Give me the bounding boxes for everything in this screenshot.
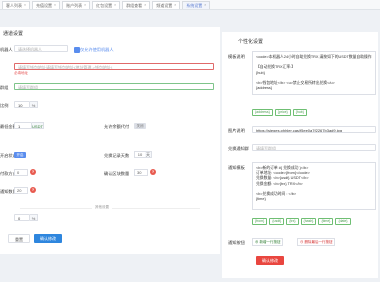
tab-label: 系统设置 bbox=[186, 2, 203, 8]
group-link-input[interactable]: 请填写群组 bbox=[252, 144, 376, 151]
divider-label: 其他设置 bbox=[92, 205, 112, 210]
confirm-label: 确认区块数量 bbox=[104, 171, 130, 176]
type-select[interactable]: 0 bbox=[14, 169, 28, 176]
tab-accounts[interactable]: 账户列表 × bbox=[62, 0, 91, 9]
address-input[interactable]: 请填写钱包地址请填写钱包地址(地址管理->钱包地址) bbox=[14, 63, 214, 70]
tab-system-settings[interactable]: 系统设置 × bbox=[182, 0, 211, 9]
submit-button[interactable]: 确认修改 bbox=[256, 256, 284, 265]
enable-toggle[interactable]: 开启 bbox=[14, 152, 26, 158]
tab-customer-list[interactable]: 客人列表 × bbox=[2, 0, 31, 9]
tpl-label: 模板说明 bbox=[228, 54, 245, 59]
tag[interactable]: {usdt} bbox=[269, 218, 285, 225]
panel-title: 通道设置 bbox=[3, 31, 24, 37]
tag[interactable]: {price} bbox=[274, 109, 291, 116]
order-value: 10 bbox=[137, 152, 143, 157]
group-label: 群组 bbox=[0, 85, 9, 90]
tab-label: 充值设置 bbox=[36, 2, 53, 8]
group-link-label: 兑换通知群 bbox=[228, 146, 249, 151]
close-icon[interactable]: × bbox=[204, 2, 206, 9]
group-input[interactable]: 请填写群组 bbox=[14, 83, 214, 90]
tab-redpacket[interactable]: 红包设置 × bbox=[92, 0, 121, 9]
tpl-line: {address} bbox=[256, 86, 273, 91]
notify-tpl-label: 通知模板 bbox=[228, 165, 245, 170]
confirm-select[interactable]: 30 bbox=[134, 169, 148, 176]
tab-label: 红包设置 bbox=[96, 2, 113, 8]
channel-settings-panel: 通道设置 机器人 请选择机器人 仅允许使用机器人 请填写钱包地址请填写钱包地址(… bbox=[0, 27, 220, 254]
close-icon[interactable]: × bbox=[54, 2, 56, 9]
tag[interactable]: {date} bbox=[335, 218, 351, 225]
rate-unit: % bbox=[30, 101, 38, 108]
order-unit: 天 bbox=[145, 152, 151, 157]
add-row-button[interactable]: ⊕ 新增一行按钮 bbox=[252, 238, 284, 246]
tag[interactable]: {trx} bbox=[286, 218, 299, 225]
tab-bar: 客人列表 × 充值设置 × 账户列表 × 红包设置 × 群组查看 × 频道设置 × 系统设置… bbox=[0, 0, 380, 10]
order-stepper[interactable]: 10 天 bbox=[134, 151, 152, 158]
tag[interactable]: {time} bbox=[318, 218, 334, 225]
tpl-line: <code>本机器人24小时自助兑换TRX,请按如下的USDT数量自助操作 bbox=[256, 55, 372, 59]
close-icon[interactable]: × bbox=[114, 2, 116, 9]
address-error: 必填地址 bbox=[14, 71, 28, 75]
help-icon[interactable]: ? bbox=[30, 169, 36, 175]
img-label: 图片说明 bbox=[228, 128, 245, 133]
count-select[interactable]: 20 bbox=[14, 187, 28, 194]
min-unit: USDT bbox=[32, 122, 44, 129]
tab-channel[interactable]: 频道设置 × bbox=[152, 0, 181, 9]
pct-unit: % bbox=[30, 214, 38, 221]
img-input[interactable]: https://sieges.phhler.cas/f5ee0a7f2267b3… bbox=[252, 126, 376, 133]
tpl-textarea[interactable]: <code>本机器人24小时自助兑换TRX,请按如下的USDT数量自助操作 【自… bbox=[252, 51, 376, 95]
pct-input[interactable]: 0 bbox=[14, 214, 30, 221]
rate-input[interactable]: 10 bbox=[14, 101, 30, 108]
add-row-label: 新增一行按钮 bbox=[259, 240, 281, 244]
order-label: 兑换记录天数 bbox=[104, 153, 130, 158]
tag[interactable]: {hub} bbox=[292, 109, 307, 116]
tab-label: 客人列表 bbox=[6, 2, 22, 8]
notify-textarea[interactable]: <b>新的订单 #{ 兑换成功 }</b> 订单地址: <code>{from}… bbox=[252, 162, 376, 210]
delete-row-label: 删除最后一行按钮 bbox=[304, 240, 333, 244]
close-icon[interactable]: × bbox=[84, 2, 86, 9]
personalization-panel: 个性化设置 模板说明 <code>本机器人24小时自助兑换TRX,请按如下的US… bbox=[222, 32, 378, 278]
tab-label: 账户列表 bbox=[66, 2, 83, 8]
submit-button[interactable]: 确认修改 bbox=[34, 234, 62, 243]
close-icon[interactable]: × bbox=[174, 2, 176, 9]
close-icon[interactable]: × bbox=[24, 2, 26, 9]
btn-label: 通知按钮 bbox=[228, 240, 245, 245]
tab-recharge[interactable]: 充值设置 × bbox=[32, 0, 61, 9]
tag[interactable]: {address} bbox=[252, 109, 273, 116]
tpl-tags: {address} {price} {hub} bbox=[252, 109, 307, 116]
tab-groups[interactable]: 群组查看 × bbox=[122, 0, 151, 9]
robot-select[interactable]: 请选择机器人 bbox=[14, 45, 68, 52]
notify-line: {time} bbox=[256, 197, 266, 202]
allow-toggle[interactable]: 关闭 bbox=[134, 123, 146, 129]
rate-label: 比例 bbox=[0, 103, 9, 108]
help-icon[interactable]: ? bbox=[150, 169, 156, 175]
min-input[interactable]: 1 bbox=[14, 122, 32, 129]
tag[interactable]: {hash} bbox=[300, 218, 317, 225]
panel-title: 个性化设置 bbox=[238, 39, 264, 45]
tag[interactable]: {from} bbox=[252, 218, 268, 225]
robot-label: 机器人 bbox=[0, 47, 13, 52]
delete-row-button[interactable]: ⊖ 删除最后一行按钮 bbox=[297, 238, 336, 246]
tab-label: 频道设置 bbox=[156, 2, 173, 8]
help-icon[interactable]: ? bbox=[30, 187, 36, 193]
robot-check-label: 仅允许使用机器人 bbox=[80, 47, 114, 52]
notify-tags: {from} {usdt} {trx} {hash} {time} {date} bbox=[252, 218, 376, 225]
tab-label: 群组查看 bbox=[126, 2, 143, 8]
reset-button[interactable]: 重置 bbox=[8, 234, 30, 243]
allow-label: 允许余额代付 bbox=[104, 124, 130, 129]
close-icon[interactable]: × bbox=[144, 2, 146, 9]
